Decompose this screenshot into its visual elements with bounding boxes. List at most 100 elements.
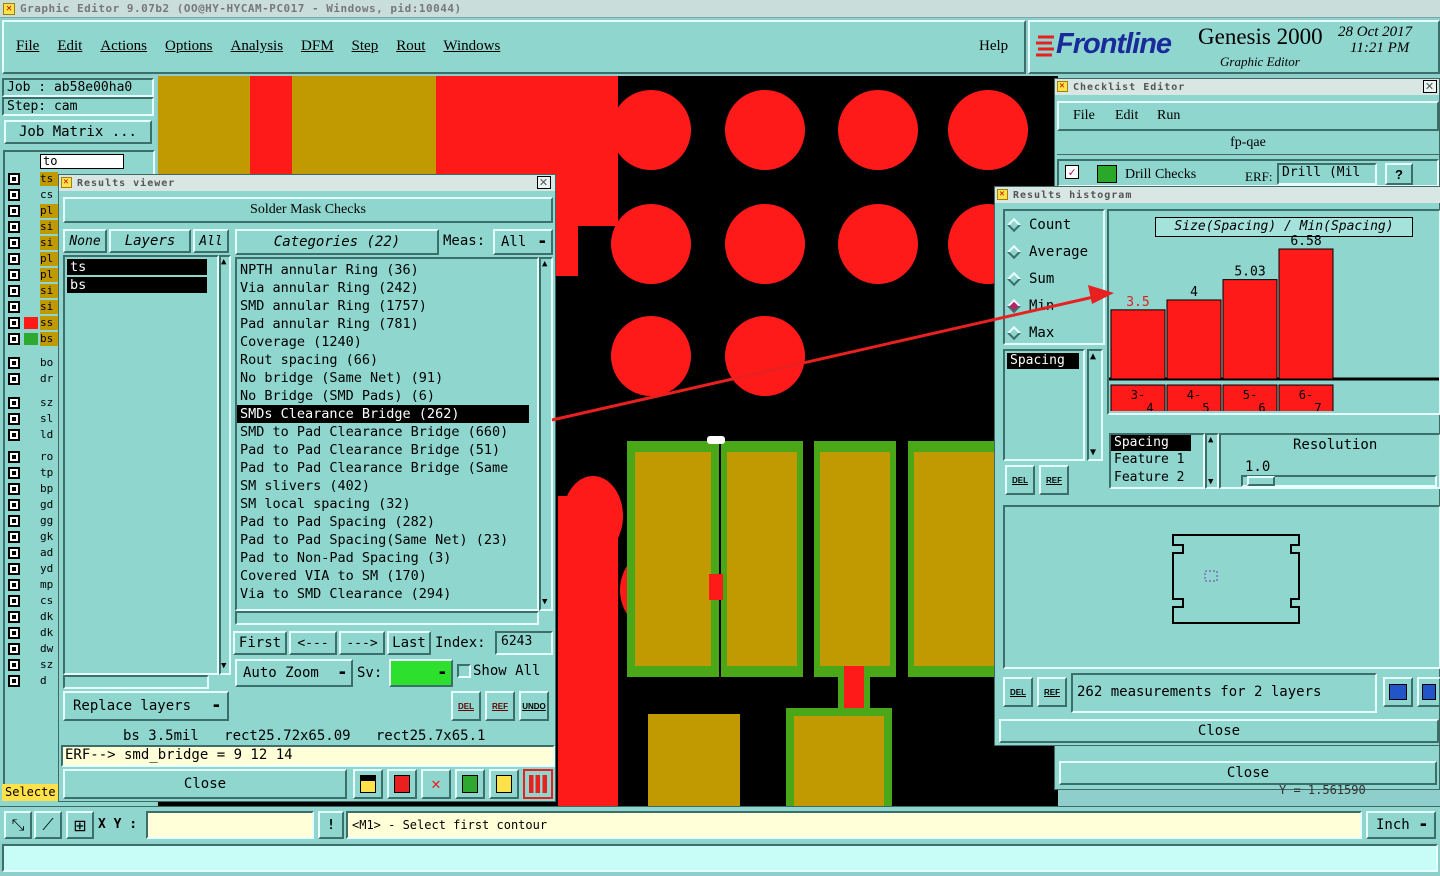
menu-item-analysis[interactable]: Analysis bbox=[231, 38, 284, 54]
mode-radio-max[interactable]: Max bbox=[1006, 325, 1054, 341]
grid-tool-icon[interactable]: ⊞ bbox=[66, 811, 94, 839]
layers-button[interactable]: Layers bbox=[109, 229, 191, 253]
attribute-item-spacing[interactable]: Spacing bbox=[1111, 435, 1191, 451]
layer-checkbox[interactable] bbox=[8, 467, 20, 479]
scroll-down-icon[interactable]: ▼ bbox=[1090, 447, 1096, 458]
category-item[interactable]: Via annular Ring (242) bbox=[237, 279, 537, 297]
mode-radio-average[interactable]: Average bbox=[1006, 244, 1088, 260]
spacing-list-item[interactable]: Spacing bbox=[1007, 353, 1079, 369]
layer-checkbox[interactable] bbox=[8, 547, 20, 559]
help-button[interactable]: ? bbox=[1385, 163, 1413, 185]
layer-checkbox[interactable] bbox=[8, 413, 20, 425]
layer-checkbox[interactable] bbox=[8, 253, 20, 265]
measure-tool-icon[interactable]: ⟋ bbox=[34, 811, 62, 839]
category-item[interactable]: Pad to Pad Spacing(Same Net) (23) bbox=[237, 531, 537, 549]
results-close-button[interactable]: Close bbox=[63, 769, 347, 799]
category-item[interactable]: No Bridge (SMD Pads) (6) bbox=[237, 387, 537, 405]
all-layers-button[interactable]: All bbox=[193, 229, 229, 253]
ref-button[interactable]: REF bbox=[1037, 677, 1067, 707]
scroll-up-icon[interactable]: ▲ bbox=[221, 257, 226, 267]
scroll-down-icon[interactable]: ▼ bbox=[542, 597, 547, 607]
category-item[interactable]: SM local spacing (32) bbox=[237, 495, 537, 513]
category-item[interactable]: Rout spacing (66) bbox=[237, 351, 537, 369]
category-item[interactable]: Pad annular Ring (781) bbox=[237, 315, 537, 333]
close-icon[interactable]: ✕ bbox=[537, 176, 551, 189]
menu-item-step[interactable]: Step bbox=[352, 38, 379, 54]
chart-tool-icon-1[interactable] bbox=[353, 769, 383, 799]
scroll-up-icon[interactable]: ▲ bbox=[542, 259, 547, 269]
menu-item-dfm[interactable]: DFM bbox=[301, 38, 334, 54]
spacing-scrollbar[interactable]: ▲ ▼ bbox=[1087, 349, 1103, 461]
layer-row[interactable]: ld bbox=[6, 428, 58, 442]
layer-row[interactable]: gk bbox=[6, 530, 58, 544]
select-tool-icon[interactable]: ⤡ bbox=[4, 811, 32, 839]
chart-tool-icon-4[interactable] bbox=[455, 769, 485, 799]
category-hscroll[interactable] bbox=[235, 611, 539, 625]
sv-color-select[interactable]: ▬ bbox=[389, 659, 453, 687]
histogram-bar[interactable] bbox=[1110, 309, 1166, 380]
attribute-scrollbar[interactable]: ▲ ▼ bbox=[1205, 433, 1219, 489]
del-button[interactable]: DEL bbox=[451, 691, 481, 721]
categories-button[interactable]: Categories (22) bbox=[235, 229, 439, 255]
category-item[interactable]: Via to SMD Clearance (294) bbox=[237, 585, 537, 603]
layer-row[interactable]: dr bbox=[6, 372, 58, 386]
menu-item-file[interactable]: File bbox=[16, 38, 39, 54]
scroll-up-icon[interactable]: ▲ bbox=[1208, 435, 1213, 445]
layer-checkbox[interactable] bbox=[8, 429, 20, 441]
layer-checkbox[interactable] bbox=[8, 563, 20, 575]
layer-checkbox[interactable] bbox=[8, 595, 20, 607]
histogram-bar[interactable] bbox=[1166, 299, 1222, 380]
layer-checkbox[interactable] bbox=[8, 531, 20, 543]
layer-row[interactable]: tp bbox=[6, 466, 58, 480]
layer-row[interactable]: mp bbox=[6, 578, 58, 592]
del-button[interactable]: DEL bbox=[1005, 465, 1035, 495]
layer-list-hscroll[interactable] bbox=[63, 675, 209, 689]
layer-checkbox[interactable] bbox=[8, 515, 20, 527]
category-item[interactable]: Pad to Pad Clearance Bridge (51) bbox=[237, 441, 537, 459]
layer-row[interactable]: gg bbox=[6, 514, 58, 528]
layer-row[interactable]: cs bbox=[6, 594, 58, 608]
menu-item-options[interactable]: Options bbox=[165, 38, 213, 54]
layer-checkbox[interactable] bbox=[8, 333, 20, 345]
checklist-menu-run[interactable]: Run bbox=[1157, 108, 1180, 124]
layer-row[interactable]: dk bbox=[6, 610, 58, 624]
exclamation-button[interactable]: ! bbox=[318, 811, 344, 839]
command-line[interactable] bbox=[2, 844, 1438, 872]
scroll-up-icon[interactable]: ▲ bbox=[1090, 351, 1096, 362]
layer-checkbox[interactable] bbox=[8, 659, 20, 671]
layer-row[interactable]: yd bbox=[6, 562, 58, 576]
layer-checkbox[interactable] bbox=[8, 675, 20, 687]
layer-result-item[interactable]: ts bbox=[67, 259, 207, 275]
layer-checkbox[interactable] bbox=[8, 189, 20, 201]
undo-button[interactable]: UNDO bbox=[519, 691, 549, 721]
mode-radio-min[interactable]: Min bbox=[1006, 298, 1054, 314]
xy-input[interactable] bbox=[146, 811, 314, 839]
unit-select[interactable]: Inch ▬ bbox=[1366, 811, 1436, 839]
layer-row[interactable]: dw bbox=[6, 642, 58, 656]
layer-row[interactable]: ts bbox=[6, 172, 58, 186]
index-field[interactable]: 6243 bbox=[495, 631, 553, 655]
mode-radio-sum[interactable]: Sum bbox=[1006, 271, 1054, 287]
category-item[interactable]: NPTH annular Ring (36) bbox=[237, 261, 537, 279]
layer-checkbox[interactable] bbox=[8, 317, 20, 329]
checklist-menu-edit[interactable]: Edit bbox=[1115, 108, 1138, 124]
layer-checkbox[interactable] bbox=[8, 611, 20, 623]
next-button[interactable]: ---> bbox=[339, 631, 385, 655]
resolution-slider-thumb[interactable] bbox=[1247, 476, 1275, 486]
layer-row[interactable]: si bbox=[6, 284, 58, 298]
menu-item-actions[interactable]: Actions bbox=[100, 38, 147, 54]
none-button[interactable]: None bbox=[63, 229, 107, 253]
meas-select[interactable]: All ▬ bbox=[493, 229, 553, 255]
layer-row[interactable]: si bbox=[6, 236, 58, 250]
layer-row[interactable]: bp bbox=[6, 482, 58, 496]
layer-checkbox[interactable] bbox=[8, 173, 20, 185]
layer-checkbox[interactable] bbox=[8, 499, 20, 511]
layer-checkbox[interactable] bbox=[8, 373, 20, 385]
erf-field[interactable]: Drill (Mil bbox=[1277, 163, 1377, 185]
layer-result-item[interactable]: bs bbox=[67, 277, 207, 293]
ref-button[interactable]: REF bbox=[485, 691, 515, 721]
auto-zoom-select[interactable]: Auto Zoom ▬ bbox=[235, 659, 353, 687]
chart-tool-icon-3[interactable]: ✕ bbox=[421, 769, 451, 799]
layer-checkbox[interactable] bbox=[8, 301, 20, 313]
pan-icon[interactable] bbox=[1417, 677, 1440, 707]
